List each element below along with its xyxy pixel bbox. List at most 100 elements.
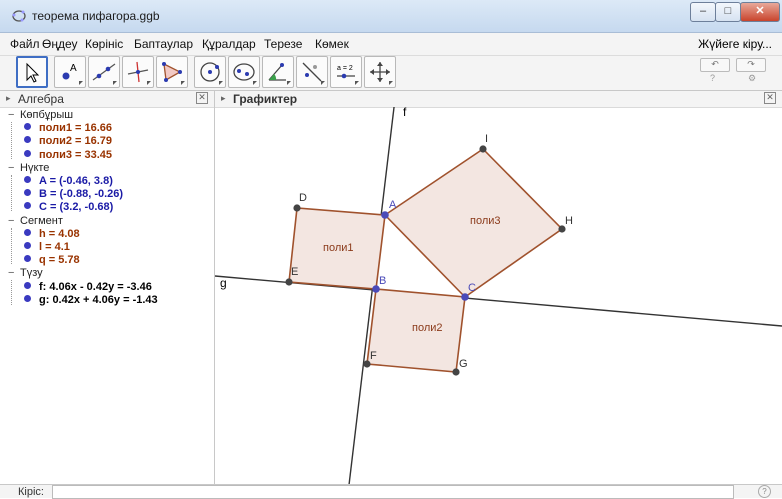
algebra-item[interactable]: f: 4.06x - 0.42y = -3.46 (24, 281, 152, 293)
algebra-item-text: B = (-0.88, -0.26) (39, 188, 124, 201)
point-E[interactable] (285, 278, 293, 286)
algebra-header: ▸ Алгебра ✕ (0, 91, 214, 108)
label-F: F (370, 350, 377, 362)
label-A: A (389, 199, 397, 211)
reflect-tool-button[interactable] (296, 56, 328, 88)
algebra-item[interactable]: l = 4.1 (24, 241, 70, 253)
visibility-dot-icon[interactable] (24, 136, 31, 144)
visibility-dot-icon[interactable] (24, 149, 31, 157)
algebra-item-text: l = 4.1 (39, 241, 70, 253)
visibility-dot-icon[interactable] (24, 202, 31, 210)
undo-button[interactable]: ↶ (700, 58, 730, 72)
point-D[interactable] (293, 204, 301, 212)
point-A[interactable] (381, 211, 389, 219)
graphics-view[interactable]: ▸ Графиктер ✕ поли1 поли2 поли3 f g A B … (215, 90, 782, 485)
polygon-tool-button[interactable] (156, 56, 188, 88)
move-view-tool-button[interactable] (364, 56, 396, 88)
login-link[interactable]: Жүйеге кіру... (698, 37, 772, 51)
algebra-item-text: поли1 = 16.66 (39, 122, 113, 135)
collapse-group-icon[interactable]: − (8, 267, 14, 279)
visibility-dot-icon[interactable] (24, 228, 31, 236)
algebra-item-text: C = (3.2, -0.68) (39, 201, 114, 214)
menu-options[interactable]: Баптаулар (134, 37, 193, 51)
undo-redo-group: ↶ ↷ ? ⚙ (700, 58, 770, 86)
menu-help[interactable]: Көмек (315, 37, 349, 51)
visibility-dot-icon[interactable] (24, 294, 31, 302)
input-help-icon[interactable]: ? (758, 485, 771, 498)
menu-view[interactable]: Көрініс (85, 37, 123, 51)
algebra-item-text: h = 4.08 (39, 227, 80, 240)
algebra-item[interactable]: C = (3.2, -0.68) (24, 201, 113, 213)
help-small-icon[interactable]: ? (710, 73, 715, 83)
algebra-item[interactable]: A = (-0.46, 3.8) (24, 175, 113, 187)
slider-tool-button[interactable]: a = 2 (330, 56, 362, 88)
maximize-button[interactable]: □ (715, 2, 741, 22)
label-poly1: поли1 (323, 242, 354, 254)
move-tool-button[interactable] (16, 56, 48, 88)
algebra-item-text: f: 4.06x - 0.42y = -3.46 (39, 280, 152, 293)
algebra-item[interactable]: поли3 = 33.45 (24, 149, 112, 161)
visibility-dot-icon[interactable] (24, 242, 31, 249)
label-D: D (299, 192, 307, 204)
point-I[interactable] (479, 145, 487, 153)
tree-connector (11, 122, 12, 159)
label-I: I (485, 133, 488, 145)
label-poly3: поли3 (470, 215, 501, 227)
algebra-item-text: A = (-0.46, 3.8) (39, 175, 113, 187)
visibility-dot-icon[interactable] (24, 176, 31, 183)
algebra-item[interactable]: B = (-0.88, -0.26) (24, 188, 123, 200)
geometry-canvas[interactable]: поли1 поли2 поли3 f g A B C D E F G H I (215, 107, 782, 485)
collapse-group-icon[interactable]: − (8, 215, 14, 227)
label-C: C (468, 282, 476, 294)
algebra-item[interactable]: g: 0.42x + 4.06y = -1.43 (24, 294, 158, 306)
cursor-arrow-icon (26, 62, 40, 83)
tree-connector (11, 280, 12, 305)
point-tool-button[interactable]: A (54, 56, 86, 88)
visibility-dot-icon[interactable] (24, 255, 31, 263)
line-tool-button[interactable] (88, 56, 120, 88)
input-label: Кіріс: (18, 486, 44, 498)
collapse-arrow-icon[interactable]: ▸ (221, 93, 226, 104)
collapse-group-icon[interactable]: − (8, 162, 14, 174)
settings-small-icon[interactable]: ⚙ (748, 73, 756, 84)
menu-file[interactable]: Файл (10, 37, 40, 51)
geogebra-app-icon (12, 10, 26, 22)
label-g: g (220, 276, 227, 290)
algebra-item-text: поли3 = 33.45 (39, 148, 113, 161)
visibility-dot-icon[interactable] (24, 281, 31, 289)
circle-tool-button[interactable] (194, 56, 226, 88)
minimize-button[interactable]: – (690, 2, 716, 22)
menu-tools[interactable]: Құралдар (202, 37, 256, 51)
algebra-item[interactable]: q = 5.78 (24, 254, 80, 266)
slider-tool-label: a = 2 (337, 65, 353, 72)
graphics-header: ▸ Графиктер ✕ (215, 91, 782, 108)
algebra-item-text: поли2 = 16.79 (39, 135, 113, 148)
label-G: G (459, 358, 468, 370)
algebra-item[interactable]: поли2 = 16.79 (24, 135, 112, 147)
perpendicular-tool-button[interactable] (122, 56, 154, 88)
conic-tool-button[interactable] (228, 56, 260, 88)
algebra-group-label: Көпбұрыш (20, 109, 74, 121)
algebra-group-label: Сегмент (20, 214, 63, 227)
collapse-arrow-icon[interactable]: ▸ (6, 93, 11, 104)
menu-bar: Файл Өңдеу Көрініс Баптаулар Құралдар Те… (0, 33, 782, 56)
collapse-group-icon[interactable]: − (8, 109, 14, 121)
angle-tool-button[interactable] (262, 56, 294, 88)
menu-edit[interactable]: Өңдеу (42, 37, 78, 51)
menu-window[interactable]: Терезе (264, 37, 302, 51)
algebra-item[interactable]: h = 4.08 (24, 228, 80, 240)
close-button[interactable]: ✕ (740, 2, 780, 22)
title-bar: теорема пифагора.ggb – □ ✕ (0, 0, 782, 33)
tree-connector (11, 174, 12, 212)
visibility-dot-icon[interactable] (24, 189, 31, 197)
redo-button[interactable]: ↷ (736, 58, 766, 72)
point-C[interactable] (461, 293, 469, 301)
input-bar: Кіріс: ? (0, 484, 782, 499)
close-panel-icon[interactable]: ✕ (764, 92, 776, 104)
visibility-dot-icon[interactable] (24, 123, 31, 131)
window-title: теорема пифагора.ggb (32, 9, 160, 23)
close-panel-icon[interactable]: ✕ (196, 92, 208, 104)
algebra-group-label: Түзу (20, 267, 43, 280)
algebra-item[interactable]: поли1 = 16.66 (24, 122, 112, 134)
label-f: f (403, 107, 407, 119)
